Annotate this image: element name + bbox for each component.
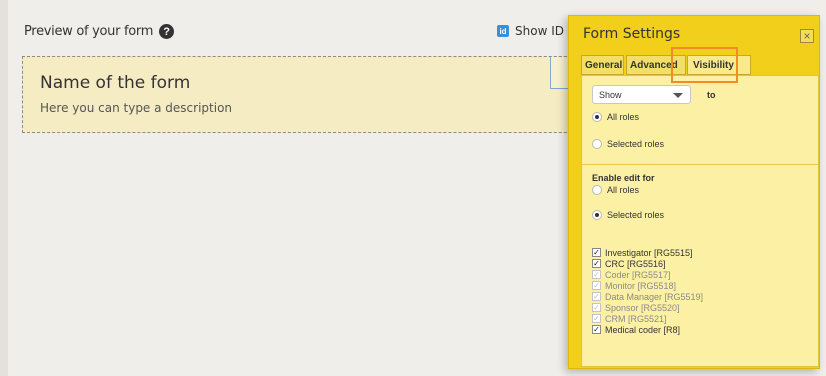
left-strip (0, 0, 8, 376)
checkbox: ✓ (592, 292, 601, 301)
role-checkbox-item: ✓ Data Manager [RG5519] (592, 291, 703, 302)
edit-selected-roles-radio[interactable]: Selected roles (592, 210, 664, 220)
preview-title: Preview of your form (24, 24, 154, 39)
role-label: CRM [RG5521] (605, 313, 667, 324)
tab-bar: General Advanced Visibility (581, 55, 819, 75)
role-label: CRC [RG5516] (605, 258, 666, 269)
radio-button (592, 210, 602, 220)
radio-button (592, 112, 602, 122)
tab-visibility[interactable]: Visibility (687, 55, 751, 75)
role-label: Coder [RG5517] (605, 269, 671, 280)
role-label: Monitor [RG5518] (605, 280, 677, 291)
to-label: to (707, 90, 716, 100)
form-name: Name of the form (40, 73, 191, 93)
close-button[interactable]: × (800, 29, 814, 43)
role-label: Sponsor [RG5520] (605, 302, 680, 313)
form-preview-card[interactable]: Name of the form Here you can type a des… (22, 56, 622, 133)
role-checkbox-item: ✓ Sponsor [RG5520] (592, 302, 703, 313)
panel-title: Form Settings (583, 26, 681, 42)
visibility-select[interactable]: Show (592, 85, 691, 104)
preview-header: Preview of your form ? (24, 24, 175, 39)
role-label: Investigator [RG5515] (605, 247, 693, 258)
show-id-label: Show ID (515, 24, 564, 38)
radio-label: All roles (607, 112, 640, 122)
tab-general[interactable]: General (581, 55, 624, 75)
form-settings-panel: Form Settings × General Advanced Visibil… (568, 15, 820, 369)
section-divider (582, 164, 818, 165)
checkbox: ✓ (592, 259, 601, 268)
id-icon: id (497, 25, 509, 37)
checkbox: ✓ (592, 270, 601, 279)
role-checkbox-item: ✓ Coder [RG5517] (592, 269, 703, 280)
role-checkbox-item[interactable]: ✓ CRC [RG5516] (592, 258, 703, 269)
help-icon[interactable]: ? (159, 24, 175, 39)
radio-label: Selected roles (607, 210, 665, 220)
role-checkbox-item[interactable]: ✓ Medical coder [R8] (592, 324, 703, 335)
role-checkbox-item: ✓ CRM [RG5521] (592, 313, 703, 324)
checkbox: ✓ (592, 248, 601, 257)
form-description: Here you can type a description (40, 101, 233, 115)
checkbox: ✓ (592, 314, 601, 323)
checkbox: ✓ (592, 303, 601, 312)
radio-button (592, 139, 602, 149)
visibility-select-value: Show (599, 90, 622, 100)
role-label: Medical coder [R8] (605, 324, 681, 335)
visibility-selected-roles-radio[interactable]: Selected roles (592, 139, 664, 149)
role-checkbox-item[interactable]: ✓ Investigator [RG5515] (592, 247, 703, 258)
card-edge-handle (550, 57, 568, 89)
chevron-down-icon (673, 93, 683, 98)
role-label: Data Manager [RG5519] (605, 291, 704, 302)
visibility-all-roles-radio[interactable]: All roles (592, 112, 639, 122)
tab-advanced[interactable]: Advanced (626, 55, 686, 75)
visibility-tab-content: Show to All roles Selected roles Enable … (581, 75, 819, 367)
checkbox: ✓ (592, 281, 601, 290)
edit-all-roles-radio[interactable]: All roles (592, 185, 639, 195)
radio-label: All roles (607, 185, 640, 195)
enable-edit-heading: Enable edit for (592, 173, 655, 183)
radio-button (592, 185, 602, 195)
radio-label: Selected roles (607, 139, 665, 149)
checkbox: ✓ (592, 325, 601, 334)
role-checkbox-item: ✓ Monitor [RG5518] (592, 280, 703, 291)
show-id-toggle[interactable]: id Show ID (497, 24, 564, 38)
role-checkbox-list: ✓ Investigator [RG5515] ✓ CRC [RG5516] ✓… (592, 247, 703, 335)
